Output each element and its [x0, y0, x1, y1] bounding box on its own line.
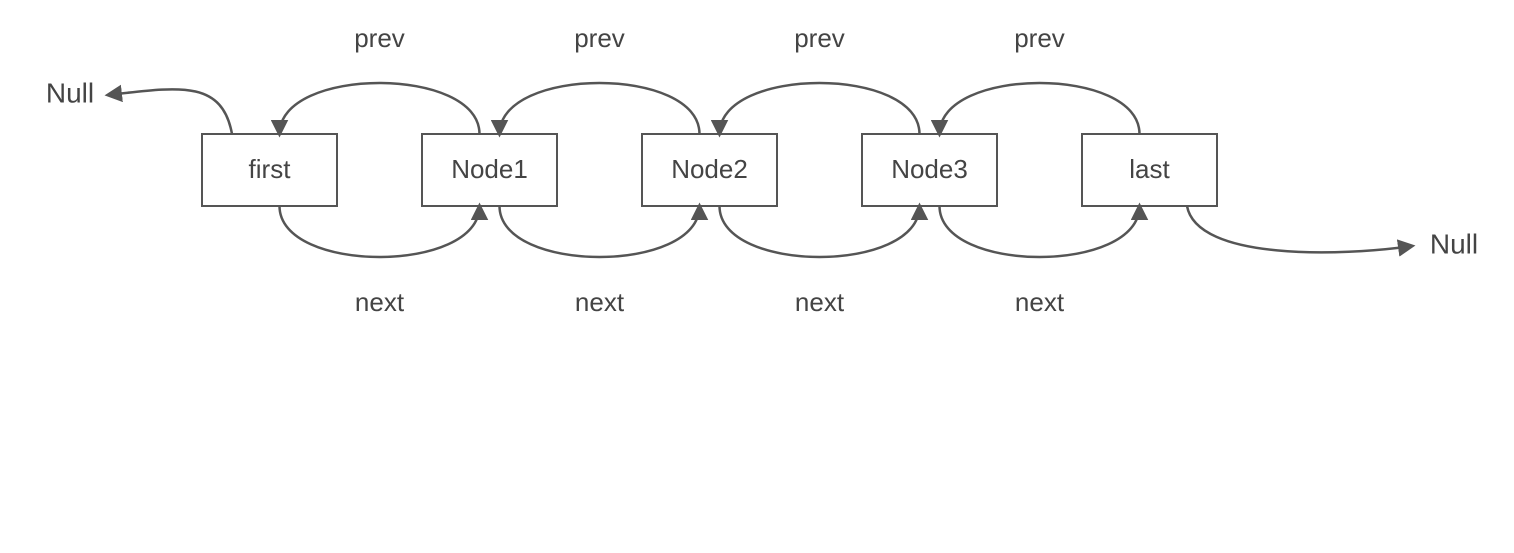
- next-label-1: next: [575, 287, 625, 317]
- node-label-n2: Node2: [671, 154, 748, 184]
- next-label-3: next: [1015, 287, 1065, 317]
- prev-link-3: [940, 83, 1140, 134]
- tail-null-arrow: [1187, 206, 1412, 252]
- prev-label-1: prev: [574, 23, 625, 53]
- prev-link-0: [280, 83, 480, 134]
- tail-null-label: Null: [1430, 228, 1478, 259]
- next-label-2: next: [795, 287, 845, 317]
- next-link-3: [940, 206, 1140, 257]
- next-label-0: next: [355, 287, 405, 317]
- next-link-0: [280, 206, 480, 257]
- linked-list-diagram: first Node1 Node2 Node3 last prev next prev next…: [0, 0, 1514, 553]
- node-label-n3: Node3: [891, 154, 968, 184]
- prev-link-1: [500, 83, 700, 134]
- prev-label-3: prev: [1014, 23, 1065, 53]
- node-label-n0: first: [249, 154, 292, 184]
- prev-label-0: prev: [354, 23, 405, 53]
- next-link-2: [720, 206, 920, 257]
- head-null-arrow: [108, 89, 232, 134]
- head-null-label: Null: [46, 77, 94, 108]
- prev-label-2: prev: [794, 23, 845, 53]
- node-label-n1: Node1: [451, 154, 528, 184]
- prev-link-2: [720, 83, 920, 134]
- node-label-n4: last: [1129, 154, 1170, 184]
- next-link-1: [500, 206, 700, 257]
